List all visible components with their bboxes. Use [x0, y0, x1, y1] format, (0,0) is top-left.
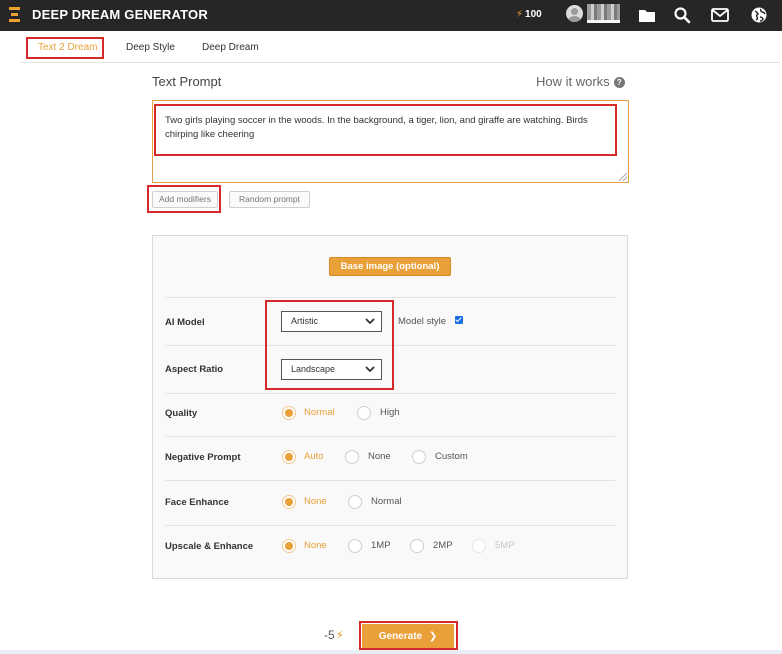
face-none-radio[interactable] [282, 495, 296, 509]
face-none-label: None [304, 496, 327, 507]
lightning-bolt-icon: ⚡ [335, 628, 345, 642]
negative-auto-label: Auto [304, 451, 324, 462]
add-modifiers-button[interactable]: Add modifiers [152, 191, 218, 208]
base-image-button[interactable]: Base image (optional) [329, 257, 451, 276]
energy-count: 100 [525, 9, 542, 20]
face-normal-radio[interactable] [348, 495, 362, 509]
settings-panel: Base image (optional) AI Model Artistic … [152, 235, 628, 579]
page-bottom-edge [0, 650, 782, 654]
prompt-text: Two girls playing soccer in the woods. I… [165, 115, 588, 140]
aspect-ratio-select[interactable]: Landscape [281, 359, 382, 380]
divider [165, 525, 615, 526]
face-normal-label: Normal [371, 496, 402, 507]
envelope-icon[interactable] [710, 5, 730, 25]
divider [165, 436, 615, 437]
generate-button[interactable]: Generate ❯ [362, 624, 454, 649]
top-navigation-bar: DEEP DREAM GENERATOR ⚡ 100 [0, 0, 782, 31]
upscale-5mp-label: 5MP [495, 540, 515, 551]
quality-normal-label: Normal [304, 407, 335, 418]
chevron-right-icon: ❯ [428, 631, 438, 642]
upscale-none-radio[interactable] [282, 539, 296, 553]
negative-custom-radio[interactable] [412, 450, 426, 464]
negative-none-label: None [368, 451, 391, 462]
divider [165, 393, 615, 394]
face-enhance-label: Face Enhance [165, 497, 229, 508]
how-it-works-label: How it works [536, 74, 610, 89]
generate-label: Generate [378, 631, 423, 642]
aspect-ratio-value: Landscape [291, 364, 336, 374]
prompt-textarea[interactable]: Two girls playing soccer in the woods. I… [152, 100, 629, 183]
tab-deep-style[interactable]: Deep Style [126, 42, 175, 53]
lightning-bolt-icon: ⚡ [516, 9, 524, 20]
divider [165, 345, 615, 346]
model-style-label: Model style [398, 316, 447, 327]
globe-icon[interactable] [749, 5, 769, 25]
text-prompt-heading: Text Prompt [152, 74, 222, 89]
quality-high-label: High [380, 407, 400, 418]
quality-high-radio[interactable] [357, 406, 371, 420]
logo-icon[interactable] [9, 7, 20, 22]
search-icon[interactable] [672, 5, 692, 25]
upscale-2mp-radio[interactable] [410, 539, 424, 553]
cost-value: -5 [324, 628, 335, 642]
tab-bar: Text 2 Dream Deep Style Deep Dream [20, 37, 780, 63]
brand-title[interactable]: DEEP DREAM GENERATOR [32, 7, 208, 22]
username-redacted[interactable] [587, 4, 620, 20]
upscale-1mp-label: 1MP [371, 540, 391, 551]
chevron-down-icon [365, 318, 375, 325]
folder-icon[interactable] [637, 5, 657, 25]
resize-handle-icon[interactable] [619, 173, 627, 181]
upscale-5mp-radio [472, 539, 486, 553]
avatar[interactable] [566, 5, 583, 22]
aspect-ratio-label: Aspect Ratio [165, 364, 224, 375]
negative-prompt-label: Negative Prompt [165, 452, 241, 463]
generate-cost: -5⚡ [324, 628, 344, 642]
random-prompt-button[interactable]: Random prompt [229, 191, 310, 208]
upscale-none-label: None [304, 540, 327, 551]
ai-model-select[interactable]: Artistic [281, 311, 382, 332]
username-underline [587, 20, 620, 23]
upscale-label: Upscale & Enhance [165, 541, 254, 552]
tab-deep-dream[interactable]: Deep Dream [202, 42, 259, 53]
quality-label: Quality [165, 408, 198, 419]
tab-text-2-dream[interactable]: Text 2 Dream [26, 37, 105, 59]
model-style-checkbox[interactable] [455, 316, 463, 324]
negative-custom-label: Custom [435, 451, 468, 462]
divider [165, 480, 615, 481]
chevron-down-icon [365, 366, 375, 373]
upscale-2mp-label: 2MP [433, 540, 453, 551]
divider [165, 297, 615, 298]
how-it-works-link[interactable]: How it works? [536, 74, 625, 89]
quality-normal-radio[interactable] [282, 406, 296, 420]
negative-auto-radio[interactable] [282, 450, 296, 464]
negative-none-radio[interactable] [345, 450, 359, 464]
ai-model-label: AI Model [165, 317, 205, 328]
energy-balance[interactable]: ⚡ 100 [516, 9, 542, 20]
upscale-1mp-radio[interactable] [348, 539, 362, 553]
question-circle-icon: ? [613, 77, 625, 88]
ai-model-value: Artistic [291, 316, 318, 326]
